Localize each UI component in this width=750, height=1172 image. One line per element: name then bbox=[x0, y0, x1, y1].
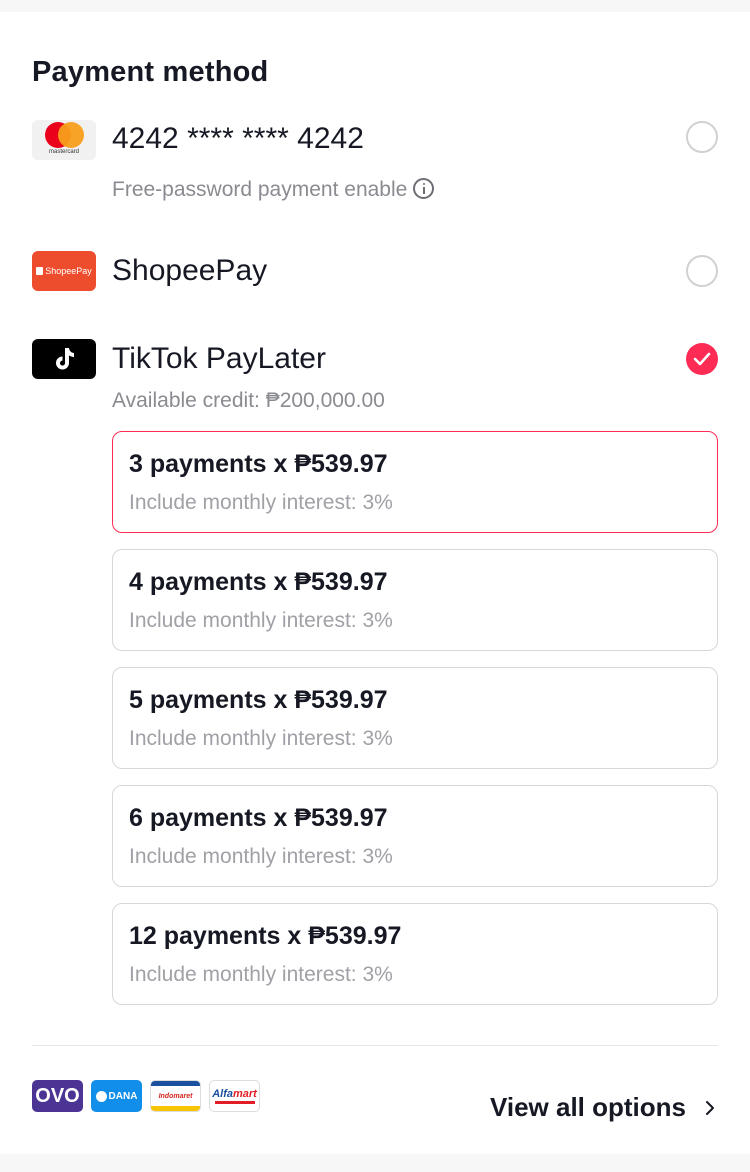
installment-interest: Include monthly interest: 3% bbox=[129, 609, 393, 632]
ovo-logo-text: OVO bbox=[35, 1084, 80, 1107]
installment-amount: 6 payments x ₱539.97 bbox=[129, 804, 388, 832]
mastercard-circles-icon bbox=[43, 121, 85, 148]
installment-interest: Include monthly interest: 3% bbox=[129, 727, 393, 750]
shopeepay-radio[interactable] bbox=[686, 255, 718, 287]
shopeepay-label[interactable]: ShopeePay bbox=[112, 254, 267, 288]
installment-amount: 3 payments x ₱539.97 bbox=[129, 450, 388, 478]
installment-amount: 4 payments x ₱539.97 bbox=[129, 568, 388, 596]
free-password-note: Free-password payment enable bbox=[112, 178, 435, 202]
payment-method-card: Payment method mastercard 4242 **** ****… bbox=[0, 12, 750, 1154]
installment-interest: Include monthly interest: 3% bbox=[129, 845, 393, 868]
shopee-bag-icon bbox=[36, 267, 44, 275]
installment-option-6[interactable]: 6 payments x ₱539.97 Include monthly int… bbox=[112, 785, 718, 887]
tiktok-note-icon bbox=[56, 348, 74, 370]
divider bbox=[32, 1045, 718, 1046]
chevron-right-icon[interactable] bbox=[704, 1100, 716, 1116]
indomaret-logo: Indomaret bbox=[150, 1080, 201, 1112]
mastercard-logo-text: mastercard bbox=[48, 148, 79, 155]
card-number-label[interactable]: 4242 **** **** 4242 bbox=[112, 122, 364, 156]
dana-logo-text: DANA bbox=[108, 1090, 138, 1102]
installment-option-4[interactable]: 4 payments x ₱539.97 Include monthly int… bbox=[112, 549, 718, 651]
installment-interest: Include monthly interest: 3% bbox=[129, 963, 393, 986]
alfamart-logo: Alfamart bbox=[209, 1080, 260, 1112]
card-radio[interactable] bbox=[686, 121, 718, 153]
installment-interest: Include monthly interest: 3% bbox=[129, 491, 393, 514]
alfamart-logo-text-a: Alfa bbox=[212, 1088, 233, 1100]
alfamart-logo-text-b: mart bbox=[232, 1088, 257, 1100]
shopeepay-logo: ShopeePay bbox=[32, 251, 96, 291]
indomaret-logo-text: Indomaret bbox=[158, 1092, 193, 1100]
dana-dot-icon bbox=[95, 1090, 107, 1102]
installment-amount: 12 payments x ₱539.97 bbox=[129, 922, 402, 950]
available-credit: Available credit: ₱200,000.00 bbox=[112, 389, 385, 412]
free-password-text: Free-password payment enable bbox=[112, 178, 408, 201]
installment-amount: 5 payments x ₱539.97 bbox=[129, 686, 388, 714]
checkmark-icon bbox=[693, 352, 711, 366]
mastercard-logo: mastercard bbox=[32, 120, 96, 160]
paylater-radio-checked[interactable] bbox=[686, 343, 718, 375]
installment-option-5[interactable]: 5 payments x ₱539.97 Include monthly int… bbox=[112, 667, 718, 769]
section-title: Payment method bbox=[32, 56, 269, 88]
ovo-logo: OVO bbox=[32, 1080, 83, 1112]
view-all-options-link[interactable]: View all options bbox=[490, 1092, 686, 1123]
paylater-label[interactable]: TikTok PayLater bbox=[112, 342, 326, 376]
info-icon[interactable] bbox=[413, 178, 435, 199]
tiktok-logo bbox=[32, 339, 96, 379]
installment-option-3[interactable]: 3 payments x ₱539.97 Include monthly int… bbox=[112, 431, 718, 533]
installment-option-12[interactable]: 12 payments x ₱539.97 Include monthly in… bbox=[112, 903, 718, 1005]
shopeepay-logo-text: ShopeePay bbox=[45, 266, 92, 276]
dana-logo: DANA bbox=[91, 1080, 142, 1112]
